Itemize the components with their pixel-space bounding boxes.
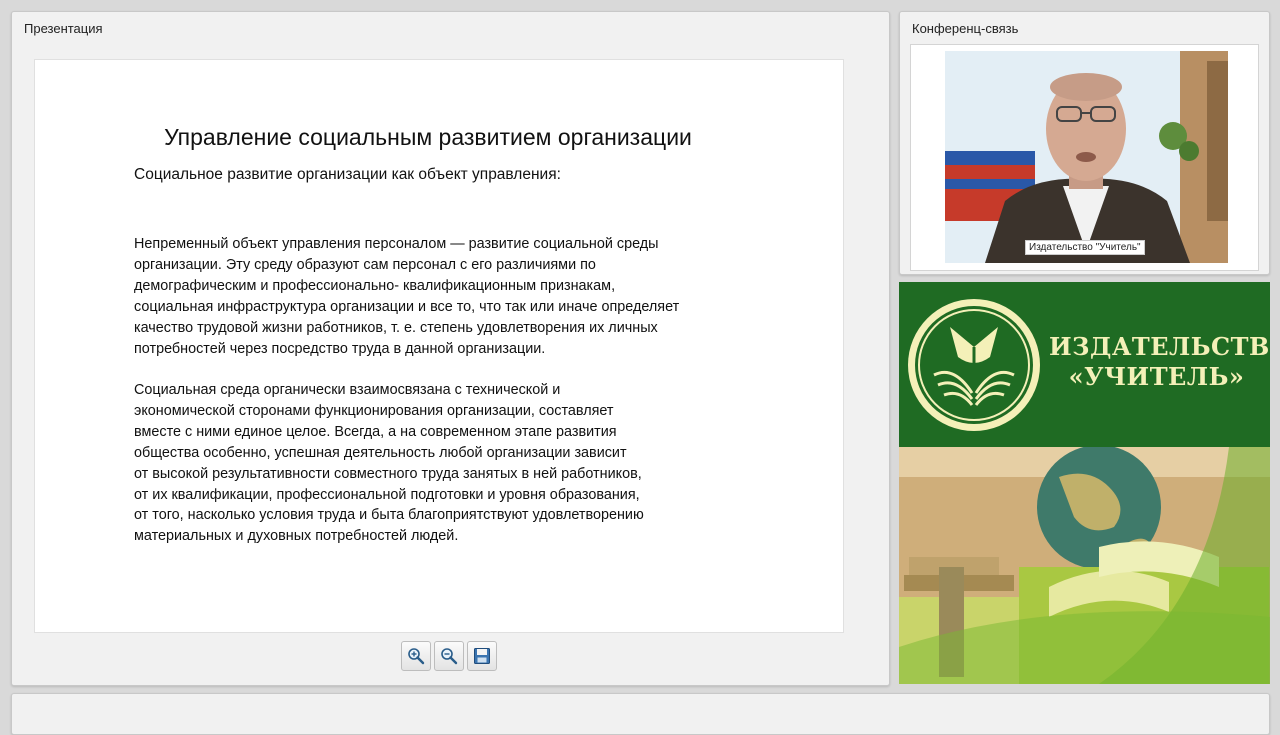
zoom-out-button[interactable]: [434, 641, 464, 671]
slide-toolbar: [401, 641, 497, 671]
bottom-panel: [11, 693, 1270, 735]
slide-subheading: Социальное развитие организации как объе…: [134, 166, 561, 183]
slide-heading: Управление социальным развитием организа…: [164, 124, 692, 150]
banner-image: [899, 447, 1270, 684]
banner-header: ИЗДАТЕЛЬСТВО «УЧИТЕЛЬ»: [899, 282, 1270, 447]
slide-paragraph: Социальная среда органически взаимосвяза…: [134, 382, 644, 545]
webcam-video[interactable]: Издательство "Учитель": [945, 51, 1228, 263]
presentation-panel: Презентация Управление социальным развит…: [11, 11, 890, 686]
webcam-image: [945, 51, 1228, 263]
conference-panel: Конференц-связь Издательство "Учитель": [899, 11, 1270, 275]
save-button[interactable]: [467, 641, 497, 671]
zoom-out-icon: [441, 648, 458, 665]
conference-title: Конференц-связь: [912, 21, 1019, 36]
slide-paragraph: Непременный объект управления персоналом…: [134, 236, 680, 357]
publisher-name-line1: ИЗДАТЕЛЬСТВО: [1049, 332, 1270, 361]
publisher-name-line2: «УЧИТЕЛЬ»: [1068, 362, 1245, 391]
presentation-title: Презентация: [24, 21, 103, 36]
video-frame: Издательство "Учитель": [910, 44, 1259, 271]
slide: Управление социальным развитием организа…: [34, 59, 844, 633]
zoom-in-icon: [408, 648, 425, 665]
books-globe-image: [899, 447, 1270, 684]
save-icon: [474, 648, 490, 664]
publisher-logo: [908, 299, 1040, 431]
video-caption: Издательство "Учитель": [1025, 240, 1145, 255]
publisher-banner: ИЗДАТЕЛЬСТВО «УЧИТЕЛЬ»: [899, 282, 1270, 684]
zoom-in-button[interactable]: [401, 641, 431, 671]
publisher-name: ИЗДАТЕЛЬСТВО «УЧИТЕЛЬ»: [1049, 332, 1270, 392]
